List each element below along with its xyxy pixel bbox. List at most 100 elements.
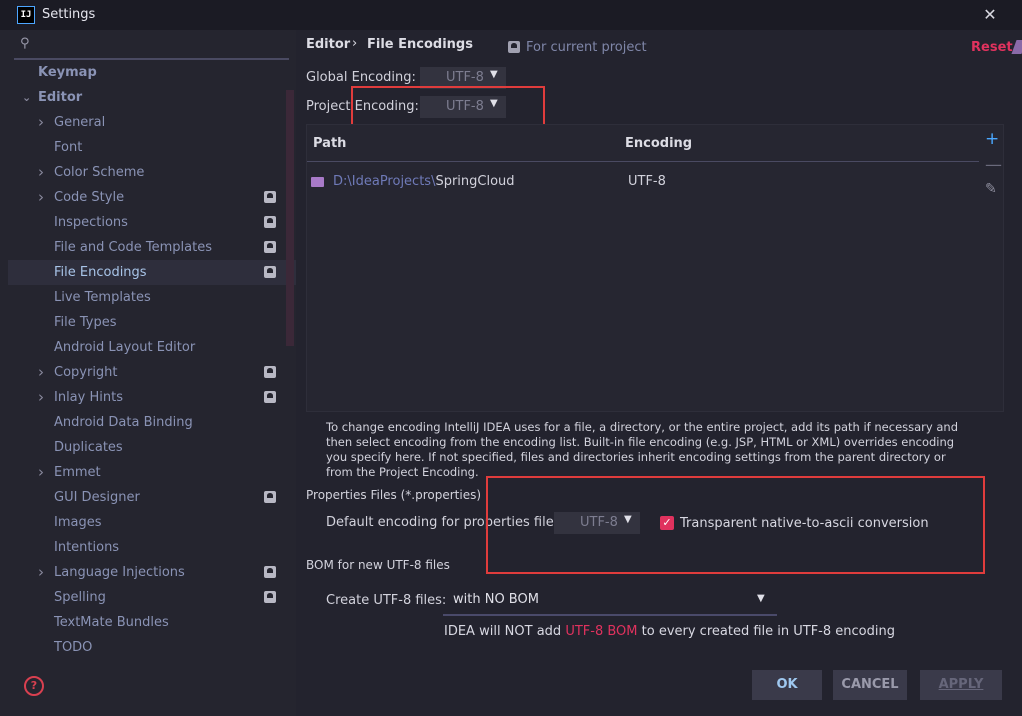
chevron-right-icon[interactable]: ›	[38, 385, 44, 410]
bom-note-post: to every created file in UTF-8 encoding	[637, 624, 895, 639]
sidebar-item-label: Copyright	[54, 365, 118, 380]
sidebar-item-images[interactable]: Images	[8, 510, 296, 535]
chevron-right-icon[interactable]: ›	[38, 560, 44, 585]
sidebar-item-spelling[interactable]: Spelling	[8, 585, 296, 610]
sidebar-item-file-types[interactable]: File Types	[8, 310, 296, 335]
sidebar-item-file-encodings[interactable]: File Encodings	[8, 260, 296, 285]
settings-sidebar: ⚲ Keymap ⌄ Editor › General Font › Color Scheme…	[0, 30, 296, 716]
sidebar-item-label: TextMate Bundles	[54, 615, 169, 630]
sidebar-item-android-data-binding[interactable]: Android Data Binding	[8, 410, 296, 435]
sidebar-item-label: General	[54, 115, 106, 130]
sidebar-item-inspections[interactable]: Inspections	[8, 210, 296, 235]
chevron-down-icon: ▼	[757, 593, 765, 604]
edge-decoration-icon	[1011, 40, 1022, 54]
sidebar-item-label: File Types	[54, 315, 117, 330]
chevron-right-icon[interactable]: ›	[38, 460, 44, 485]
chevron-right-icon[interactable]: ›	[38, 360, 44, 385]
sidebar-item-label: Keymap	[38, 65, 97, 80]
sidebar-item-gui-designer[interactable]: GUI Designer	[8, 485, 296, 510]
column-header-encoding[interactable]: Encoding	[625, 136, 692, 151]
chevron-right-icon[interactable]: ›	[38, 160, 44, 185]
row-path-prefix: D:\IdeaProjects\	[333, 174, 436, 189]
sidebar-item-code-style[interactable]: › Code Style	[8, 185, 296, 210]
sidebar-item-general[interactable]: › General	[8, 110, 296, 135]
project-scope-icon	[264, 591, 276, 603]
bom-note-highlight: UTF-8 BOM	[565, 624, 638, 639]
window-title: Settings	[42, 7, 96, 22]
remove-icon[interactable]: —	[985, 155, 1002, 175]
sidebar-item-language-injections[interactable]: › Language Injections	[8, 560, 296, 585]
table-row[interactable]: D:\IdeaProjects\SpringCloud UTF-8	[307, 171, 979, 193]
bom-select-value: with NO BOM	[453, 592, 539, 607]
sidebar-item-intentions[interactable]: Intentions	[8, 535, 296, 560]
edit-icon[interactable]: ✎	[985, 181, 997, 197]
title-bar: IJ Settings ✕	[0, 0, 1022, 30]
ok-button[interactable]: OK	[752, 670, 822, 700]
sidebar-item-android-layout-editor[interactable]: Android Layout Editor	[8, 335, 296, 360]
project-scope-icon	[264, 391, 276, 403]
sidebar-item-label: TODO	[54, 640, 93, 655]
global-encoding-value: UTF-8	[446, 70, 484, 85]
sidebar-item-keymap[interactable]: Keymap	[8, 60, 296, 85]
bom-note-pre: IDEA will NOT add	[444, 624, 566, 639]
sidebar-item-emmet[interactable]: › Emmet	[8, 460, 296, 485]
chevron-down-icon[interactable]: ⌄	[22, 85, 31, 110]
row-path: D:\IdeaProjects\SpringCloud	[333, 174, 515, 189]
sidebar-item-label: Inspections	[54, 215, 128, 230]
sidebar-item-label: Android Data Binding	[54, 415, 193, 430]
chevron-down-icon: ▼	[490, 69, 498, 80]
sidebar-item-inlay-hints[interactable]: › Inlay Hints	[8, 385, 296, 410]
sidebar-item-color-scheme[interactable]: › Color Scheme	[8, 160, 296, 185]
sidebar-item-textmate-bundles[interactable]: TextMate Bundles	[8, 610, 296, 635]
highlight-box-properties	[486, 476, 985, 574]
sidebar-item-label: Color Scheme	[54, 165, 145, 180]
sidebar-item-label: Editor	[38, 90, 83, 105]
row-encoding: UTF-8	[628, 174, 666, 189]
cancel-button[interactable]: CANCEL	[833, 670, 907, 700]
scope-label: For current project	[526, 40, 647, 55]
help-icon[interactable]: ?	[24, 676, 44, 696]
column-header-path[interactable]: Path	[313, 136, 346, 151]
sidebar-item-copyright[interactable]: › Copyright	[8, 360, 296, 385]
sidebar-item-label: Spelling	[54, 590, 106, 605]
chevron-right-icon[interactable]: ›	[38, 185, 44, 210]
project-scope-icon	[264, 241, 276, 253]
sidebar-item-label: Live Templates	[54, 290, 151, 305]
add-icon[interactable]: +	[985, 129, 999, 149]
chevron-right-icon[interactable]: ›	[38, 110, 44, 135]
intellij-app-icon: IJ	[17, 6, 35, 24]
close-icon[interactable]: ✕	[978, 4, 1002, 26]
sidebar-scrollbar[interactable]	[286, 90, 294, 346]
project-scope-icon	[264, 191, 276, 203]
folder-icon	[311, 177, 324, 187]
breadcrumb-separator: ›	[352, 36, 358, 51]
sidebar-item-label: Font	[54, 140, 83, 155]
project-scope-icon	[264, 491, 276, 503]
bom-section-title: BOM for new UTF-8 files	[306, 558, 450, 572]
header-divider	[307, 161, 979, 162]
project-scope-icon	[264, 366, 276, 378]
sidebar-item-label: Images	[54, 515, 102, 530]
global-encoding-label: Global Encoding:	[306, 70, 416, 85]
project-scope-icon	[508, 41, 520, 53]
settings-search-input[interactable]: ⚲	[14, 34, 289, 60]
sidebar-item-label: Duplicates	[54, 440, 123, 455]
sidebar-item-label: File and Code Templates	[54, 240, 212, 255]
search-icon: ⚲	[20, 36, 30, 51]
sidebar-item-editor[interactable]: ⌄ Editor	[8, 85, 296, 110]
sidebar-item-font[interactable]: Font	[8, 135, 296, 160]
page-title: File Encodings	[367, 37, 473, 52]
project-scope-icon	[264, 266, 276, 278]
apply-button[interactable]: APPLY	[920, 670, 1002, 700]
project-scope-icon	[264, 216, 276, 228]
sidebar-item-file-and-code-templates[interactable]: File and Code Templates	[8, 235, 296, 260]
sidebar-item-live-templates[interactable]: Live Templates	[8, 285, 296, 310]
bom-note: IDEA will NOT add UTF-8 BOM to every cre…	[444, 624, 895, 639]
sidebar-item-label: Intentions	[54, 540, 120, 555]
reset-link[interactable]: Reset	[971, 40, 1013, 55]
bom-select[interactable]: with NO BOM ▼	[443, 588, 777, 616]
breadcrumb-editor[interactable]: Editor	[306, 37, 350, 52]
sidebar-item-todo[interactable]: TODO	[8, 635, 296, 660]
sidebar-item-duplicates[interactable]: Duplicates	[8, 435, 296, 460]
properties-section-title: Properties Files (*.properties)	[306, 488, 482, 502]
